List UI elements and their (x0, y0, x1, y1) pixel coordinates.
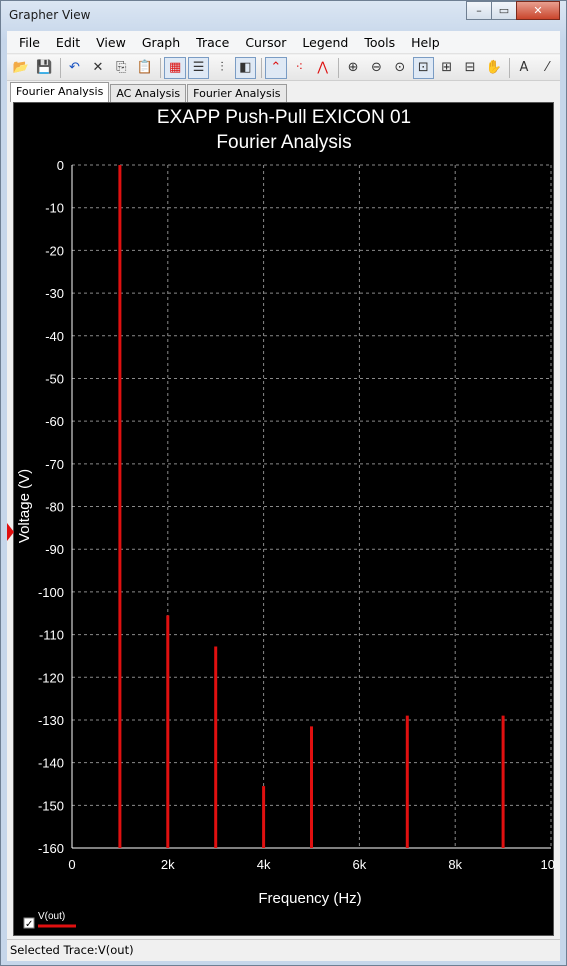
tab-fourier-analysis[interactable]: Fourier Analysis (10, 82, 110, 102)
zoom-out-icon[interactable]: ⊖ (366, 57, 387, 79)
zoom-x-icon[interactable]: ⊞ (436, 57, 457, 79)
menu-file[interactable]: File (11, 31, 48, 54)
zoom-area-icon[interactable]: ⊙ (389, 57, 410, 79)
grid-icon[interactable]: ▦ (164, 56, 186, 79)
menu-graph[interactable]: Graph (134, 31, 188, 54)
tab-strip: Fourier Analysis AC Analysis Fourier Ana… (7, 82, 560, 102)
x-tick-label: 10k (541, 857, 555, 872)
tab-ac-analysis[interactable]: AC Analysis (110, 84, 187, 102)
menu-trace[interactable]: Trace (188, 31, 237, 54)
trace-marker-icon (7, 523, 14, 541)
y-tick-label: -150 (38, 798, 64, 813)
pan-icon[interactable]: ✋ (483, 57, 504, 79)
minimize-button[interactable]: – (466, 1, 492, 20)
fourier-chart[interactable]: 0 2k 4k 6k 8k 10k 0 -10 -20 -30 -40 -50 -60 -70 -80 -90… (14, 103, 555, 937)
lines-points-icon[interactable]: ⋀ (312, 57, 333, 79)
toolbar: 📂 💾 ↶ ✕ ⎘ 📋 ▦ ☰ ⫶ ◧ ⌃ ⁖ ⋀ ⊕ ⊖ ⊙ ⊡ ⊞ ⊟ ✋ … (7, 55, 560, 81)
zoom-y-icon[interactable]: ⊟ (459, 57, 480, 79)
line-trace-icon[interactable]: ⌃ (265, 56, 287, 79)
text-icon[interactable]: A (513, 57, 534, 79)
points-trace-icon[interactable]: ⁖ (289, 57, 310, 79)
undo-icon[interactable]: ↶ (64, 57, 85, 79)
menu-help[interactable]: Help (403, 31, 448, 54)
title-bar[interactable]: Grapher View – ▭ ✕ (1, 1, 566, 31)
cut-icon[interactable]: ✕ (87, 57, 108, 79)
checkmark-icon: ✓ (25, 919, 33, 930)
x-tick-label: 6k (353, 857, 367, 872)
zoom-in-icon[interactable]: ⊕ (342, 57, 363, 79)
x-tick-label: 0 (68, 857, 75, 872)
y-tick-label: 0 (57, 158, 64, 173)
cursor-icon[interactable]: ⫶ (211, 57, 232, 79)
toolbar-separator (261, 57, 263, 78)
x-tick-label: 2k (161, 857, 175, 872)
save-icon[interactable]: 💾 (33, 57, 54, 79)
grapher-window: Grapher View – ▭ ✕ File Edit View Graph … (0, 0, 567, 966)
y-axis-label: Voltage (V) (16, 469, 33, 543)
menu-tools[interactable]: Tools (356, 31, 403, 54)
menu-view[interactable]: View (88, 31, 134, 54)
menu-legend[interactable]: Legend (294, 31, 356, 54)
y-tick-label: -130 (38, 713, 64, 728)
toolbar-separator (509, 57, 511, 78)
paste-icon[interactable]: 📋 (134, 57, 155, 79)
maximize-button[interactable]: ▭ (491, 1, 517, 20)
toolbar-separator (59, 57, 61, 78)
y-tick-label: -30 (45, 286, 64, 301)
reverse-colors-icon[interactable]: ◧ (234, 56, 257, 79)
toolbar-separator (160, 57, 162, 78)
client-area: File Edit View Graph Trace Cursor Legend… (7, 31, 560, 961)
chart-subtitle: Fourier Analysis (216, 132, 351, 153)
y-tick-label: -100 (38, 585, 64, 600)
window-title: Grapher View (9, 8, 91, 22)
status-bar: Selected Trace:V(out) (7, 939, 560, 961)
close-button[interactable]: ✕ (516, 1, 560, 20)
legend[interactable]: ✓ V(out) (23, 911, 76, 930)
window-controls: – ▭ ✕ (466, 1, 560, 20)
tab-fourier-analysis-2[interactable]: Fourier Analysis (187, 84, 287, 102)
y-tick-label: -60 (45, 414, 64, 429)
diff-icon[interactable]: ⁄ (537, 57, 558, 79)
chart-title: EXAPP Push-Pull EXICON 01 (157, 107, 411, 128)
menu-cursor[interactable]: Cursor (237, 31, 294, 54)
menu-bar: File Edit View Graph Trace Cursor Legend… (7, 31, 560, 54)
y-tick-label: -10 (45, 201, 64, 216)
x-axis-label: Frequency (Hz) (258, 890, 361, 907)
y-tick-label: -160 (38, 841, 64, 856)
legend-trace-name: V(out) (38, 911, 65, 922)
y-tick-label: -110 (39, 628, 64, 643)
x-tick-label: 8k (448, 857, 462, 872)
y-tick-label: -120 (38, 670, 64, 685)
y-tick-label: -140 (38, 756, 64, 771)
y-tick-label: -90 (45, 542, 64, 557)
y-tick-label: -80 (45, 500, 64, 515)
y-tick-label: -40 (45, 329, 64, 344)
y-tick-label: -50 (45, 371, 64, 386)
y-tick-label: -20 (45, 243, 64, 258)
legend-icon[interactable]: ☰ (187, 56, 210, 79)
y-tick-label: -70 (45, 457, 64, 472)
plot-panel[interactable]: 0 2k 4k 6k 8k 10k 0 -10 -20 -30 -40 -50 -60 -70 -80 -90… (13, 102, 555, 937)
zoom-full-icon[interactable]: ⊡ (412, 56, 435, 79)
open-icon[interactable]: 📂 (10, 57, 31, 79)
toolbar-separator (338, 57, 340, 78)
menu-edit[interactable]: Edit (48, 31, 88, 54)
copy-icon[interactable]: ⎘ (111, 57, 132, 79)
x-tick-label: 4k (257, 857, 271, 872)
